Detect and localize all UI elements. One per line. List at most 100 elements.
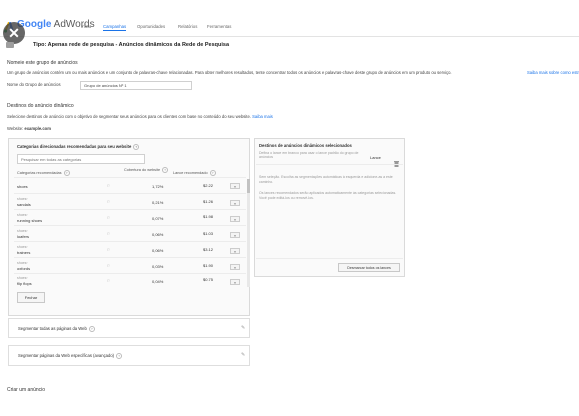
- categories-table: shoes ⚐ 1,72% $2.22 » shoes› sandals ⚐ 0…: [14, 178, 246, 288]
- category-coverage: 0,06%: [152, 232, 164, 237]
- categories-scrollbar-thumb[interactable]: [247, 179, 250, 193]
- category-coverage: 0,21%: [152, 200, 164, 205]
- col-header-category-text: Categorias recomendadas: [17, 171, 62, 175]
- category-parent: shoes›: [17, 213, 28, 217]
- add-category-button[interactable]: »: [230, 216, 240, 222]
- category-name[interactable]: shoes: [17, 184, 28, 189]
- tab-ferramentas[interactable]: Ferramentas: [207, 24, 231, 29]
- section-all-pages[interactable]: Segmentar todas as páginas da Web? ✎: [8, 318, 250, 338]
- dynamic-description-text: Selecione destinos de anúncio com o obje…: [7, 114, 251, 119]
- category-bid: $1.90: [203, 263, 214, 268]
- category-parent: shoes›: [17, 276, 28, 280]
- add-category-button[interactable]: »: [230, 248, 240, 254]
- section-specific-pages[interactable]: Segmentar páginas da Web específicas (av…: [8, 345, 250, 366]
- table-row[interactable]: shoes› trainers ⚐ 0,06% $3.12 »: [14, 242, 246, 257]
- selected-targets-title: Destinos de anúncios dinâmicos seleciona…: [259, 143, 352, 148]
- ad-group-heading: Nomeie este grupo de anúncios: [7, 60, 78, 66]
- section-all-pages-label: Segmentar todas as páginas da Web?: [18, 326, 95, 332]
- section-specific-pages-label: Segmentar páginas da Web específicas (av…: [18, 353, 123, 359]
- category-parent: shoes›: [17, 245, 28, 249]
- category-bid: $1.03: [203, 231, 214, 236]
- category-bid: $3.12: [203, 247, 214, 252]
- empty-selection-message: Sem seleção. Escolha as segmentações aut…: [259, 175, 393, 184]
- edit-pencil-icon[interactable]: ✎: [241, 352, 245, 358]
- help-icon[interactable]: ?: [63, 170, 70, 176]
- col-header-category: Categorias recomendadas?: [17, 170, 70, 176]
- add-category-button[interactable]: »: [230, 279, 240, 285]
- dynamic-learn-more-link[interactable]: Saiba mais: [252, 114, 273, 119]
- category-name[interactable]: sandals: [17, 202, 31, 207]
- table-row[interactable]: shoes ⚐ 1,72% $2.22 »: [14, 178, 246, 193]
- add-category-button[interactable]: »: [230, 183, 240, 189]
- website-label: Website:: [7, 126, 24, 131]
- category-bid: $1.98: [203, 214, 214, 219]
- category-parent: shoes›: [17, 229, 28, 233]
- category-coverage: 0,04%: [152, 279, 164, 284]
- dynamic-targets-heading: Destinos do anúncio dinâmico: [7, 103, 74, 109]
- ad-group-description: Um grupo de anúncios contém um ou mais a…: [7, 70, 452, 75]
- help-icon[interactable]: ?: [116, 353, 123, 359]
- category-parent: shoes›: [17, 197, 28, 201]
- add-category-button[interactable]: »: [230, 200, 240, 206]
- table-row[interactable]: shoes› flip flops ⚐ 0,04% $0.75 »: [14, 274, 246, 288]
- category-coverage: 1,72%: [152, 184, 164, 189]
- table-row[interactable]: shoes› sandals ⚐ 0,21% $1.26 »: [14, 194, 246, 209]
- website-row: Website: example.com: [7, 126, 51, 131]
- table-row[interactable]: shoes› loafers ⚐ 0,06% $1.03 »: [14, 226, 246, 241]
- help-icon[interactable]: ?: [209, 170, 216, 176]
- help-icon[interactable]: ?: [162, 167, 169, 173]
- category-bid: $2.22: [203, 183, 214, 188]
- flag-icon: ⚐: [107, 184, 111, 188]
- deselect-all-button[interactable]: Desmarcar todos os lances: [338, 263, 400, 272]
- category-name[interactable]: running shoes: [17, 218, 42, 223]
- category-bid: $1.26: [203, 199, 214, 204]
- dynamic-targets-description: Selecione destinos de anúncio com o obje…: [7, 114, 273, 119]
- flag-icon: ⚐: [107, 279, 111, 283]
- section-all-pages-text: Segmentar todas as páginas da Web: [18, 326, 87, 332]
- ad-group-name-label: Nome do Grupo de anúncios: [7, 82, 61, 87]
- categories-title: Categorias direcionadas recomendadas par…: [17, 144, 140, 150]
- category-parent: shoes›: [17, 261, 28, 265]
- category-coverage: 0,03%: [152, 264, 164, 269]
- bid-header: Lance: [370, 155, 381, 160]
- website-value: example.com: [24, 126, 51, 131]
- add-category-button[interactable]: »: [230, 264, 240, 270]
- edit-pencil-icon[interactable]: ✎: [241, 325, 245, 331]
- close-button[interactable]: Fechar: [17, 292, 45, 303]
- flag-icon: ⚐: [107, 232, 111, 236]
- col-header-coverage-text: Cobertura do website: [124, 168, 161, 172]
- category-bid: $0.75: [203, 277, 214, 282]
- tab-inicio[interactable]: Início: [81, 24, 91, 29]
- add-category-button[interactable]: »: [230, 232, 240, 238]
- col-header-bid: Lance recomendado?: [173, 170, 216, 176]
- flag-icon: ⚐: [107, 200, 111, 204]
- category-name[interactable]: trainers: [17, 250, 30, 255]
- tab-campanhas[interactable]: Campanhas: [103, 24, 127, 31]
- tab-relatorios[interactable]: Relatórios: [178, 24, 197, 29]
- selected-footer-divider: [256, 258, 403, 259]
- category-search-input[interactable]: [17, 154, 145, 164]
- selected-targets-subtitle: Defina o lance em branco para usar o lan…: [259, 151, 359, 159]
- ad-group-learn-more-link[interactable]: Saiba mais sobre como estrut: [527, 70, 579, 75]
- ad-group-name-input[interactable]: Grupo de anúncios Nº 1: [80, 81, 192, 90]
- tab-oportunidades[interactable]: Oportunidades: [137, 24, 165, 29]
- section-specific-pages-text: Segmentar páginas da Web específicas (av…: [18, 353, 115, 359]
- page-title: Tipo: Apenas rede de pesquisa - Anúncios…: [33, 42, 230, 48]
- table-row[interactable]: shoes› running shoes ⚐ 0,07% $1.98 »: [14, 210, 246, 225]
- flag-icon: ⚐: [107, 248, 111, 252]
- selected-header-divider: [256, 164, 403, 165]
- categories-scrollbar[interactable]: [247, 179, 250, 287]
- col-header-bid-text: Lance recomendado: [173, 171, 208, 175]
- help-icon[interactable]: ?: [88, 326, 95, 332]
- search-network-icon: [6, 42, 14, 48]
- trash-icon[interactable]: [394, 154, 399, 167]
- category-name[interactable]: oxfords: [17, 266, 30, 271]
- col-header-coverage: Cobertura do website?: [124, 167, 169, 173]
- topbar-divider: [0, 36, 579, 37]
- close-icon[interactable]: ✕: [3, 22, 25, 44]
- category-name[interactable]: flip flops: [17, 281, 32, 286]
- recommended-bids-message: Os lances recomendados serão aplicados a…: [259, 191, 397, 200]
- table-row[interactable]: shoes› oxfords ⚐ 0,03% $1.90 »: [14, 258, 246, 273]
- category-name[interactable]: loafers: [17, 234, 29, 239]
- help-icon[interactable]: ?: [133, 144, 140, 150]
